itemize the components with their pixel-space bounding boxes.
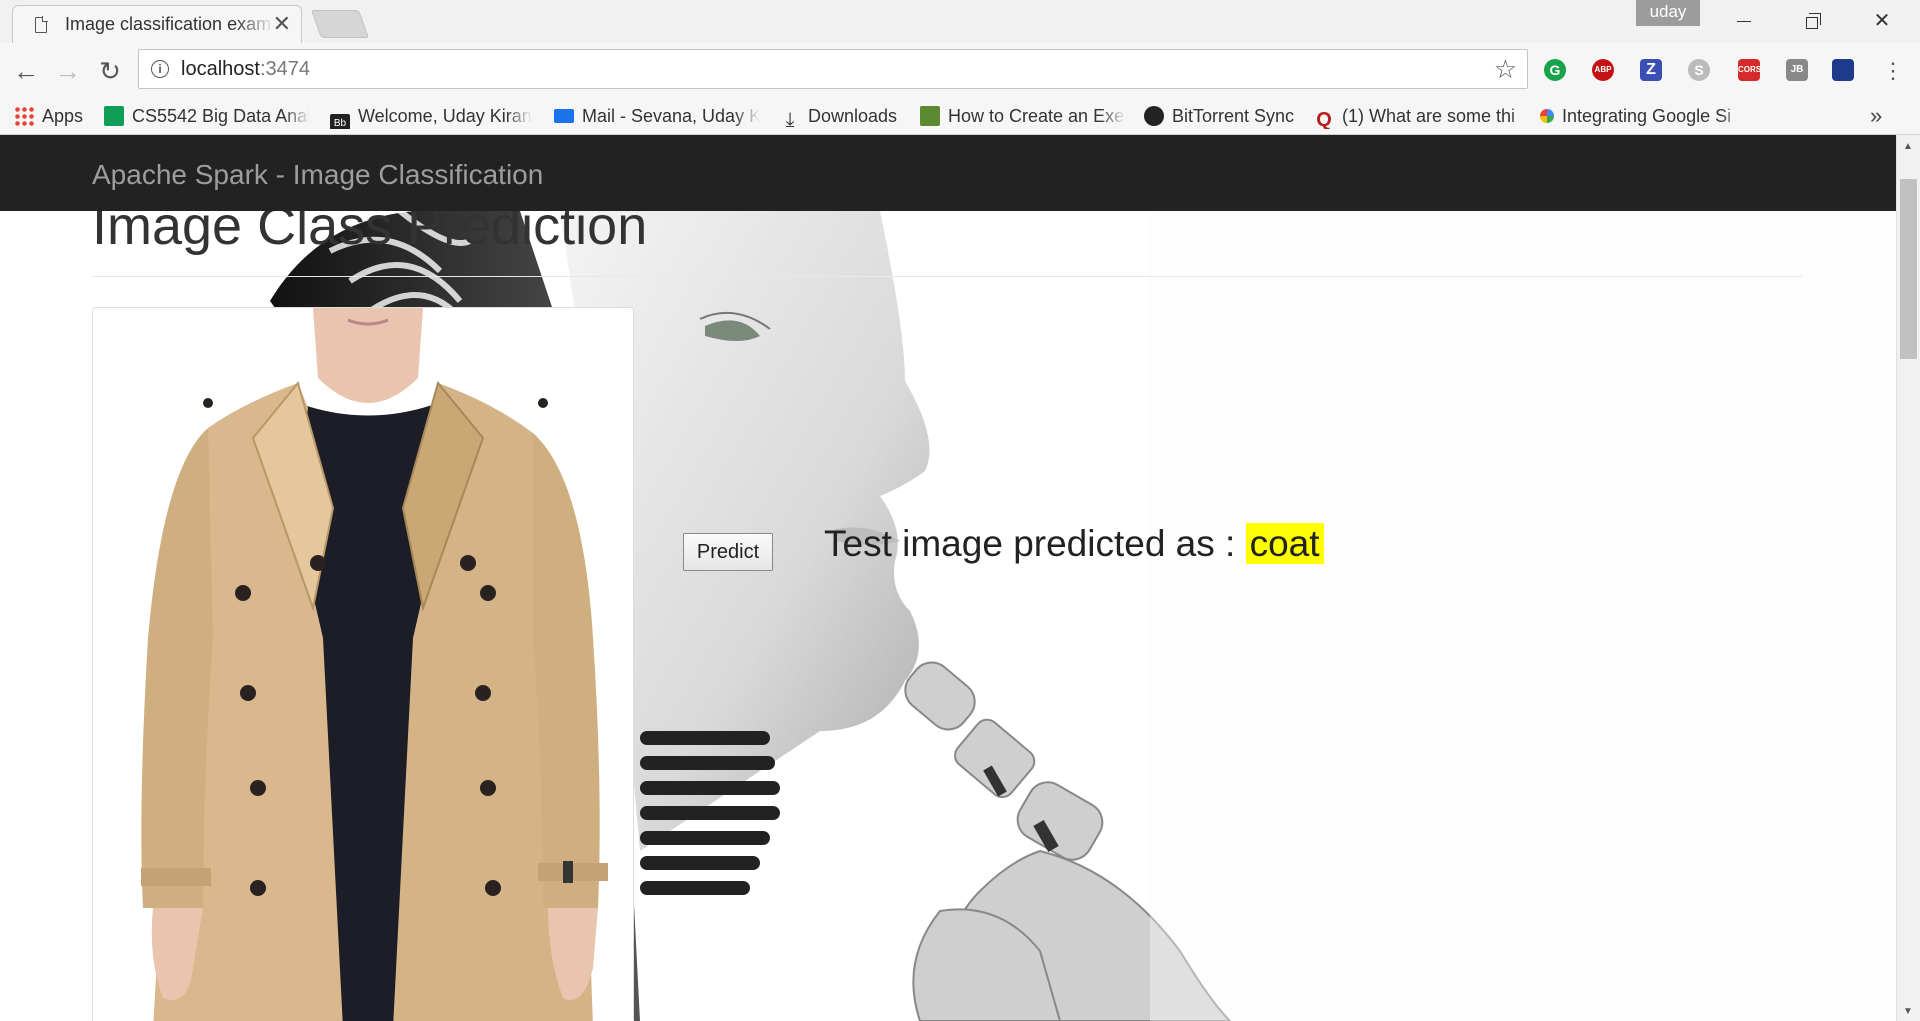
scroll-up-arrow-icon[interactable]: ▲ — [1903, 141, 1913, 152]
sheets-icon — [104, 106, 124, 126]
page-viewport: Apache Spark - Image Classification Imag… — [0, 135, 1896, 1021]
scroll-down-arrow-icon[interactable]: ▼ — [1903, 1006, 1913, 1017]
bookmark-label: CS5542 Big Data Anal — [132, 106, 310, 126]
close-window-button[interactable]: ✕ — [1862, 6, 1902, 36]
browser-toolbar: ← → ↻ i localhost:3474 ☆ G ABP Z S CORS … — [0, 43, 1920, 97]
download-icon: ⤓ — [785, 109, 795, 129]
grammarly-icon[interactable]: G — [1544, 59, 1566, 81]
bookmark-label: (1) What are some thi — [1342, 106, 1516, 126]
minimize-icon — [1737, 20, 1751, 23]
bookmark-label: Mail - Sevana, Uday K — [582, 106, 760, 126]
back-arrow-icon[interactable]: ← — [8, 53, 44, 89]
chrome-menu-icon[interactable]: ⋮ — [1882, 53, 1904, 89]
prediction-result: Test image predicted as : coat — [824, 523, 1324, 565]
bookmark-quora[interactable]: Q (1) What are some thi — [1314, 103, 1536, 129]
zotero-icon[interactable]: Z — [1640, 59, 1662, 81]
url-host: localhost — [181, 58, 260, 80]
bookmark-label: Integrating Google Si — [1562, 106, 1732, 126]
bookmark-apps[interactable]: Apps — [14, 103, 94, 129]
bookmark-downloads[interactable]: ⤓ Downloads — [780, 103, 904, 129]
bookmark-blackboard[interactable]: Bb Welcome, Uday Kiran — [330, 103, 532, 129]
blackboard-icon: Bb — [330, 114, 350, 129]
navbar-brand[interactable]: Apache Spark - Image Classification — [92, 159, 543, 191]
bookmark-label: How to Create an Exe — [948, 106, 1125, 126]
bookmark-star-icon[interactable]: ☆ — [1494, 54, 1517, 85]
adblock-plus-icon[interactable]: ABP — [1592, 59, 1614, 81]
predicted-class-label: coat — [1245, 523, 1324, 564]
jetbrains-icon[interactable]: JB — [1786, 59, 1808, 81]
result-prefix: Test image predicted as : — [824, 523, 1246, 564]
skype-icon[interactable]: S — [1688, 59, 1710, 81]
restore-button[interactable] — [1792, 6, 1832, 36]
tab-title: Image classification exam — [65, 14, 275, 35]
flag-extension-icon[interactable] — [1832, 59, 1854, 81]
title-divider — [92, 276, 1802, 277]
bookmarks-bar: Apps CS5542 Big Data Anal Bb Welcome, Uda… — [0, 97, 1920, 135]
bookmarks-overflow-icon[interactable]: » — [1870, 103, 1882, 129]
browser-tab-active[interactable]: Image classification exam ✕ — [12, 5, 302, 43]
forward-arrow-icon[interactable]: → — [50, 53, 86, 89]
scroll-thumb[interactable] — [1900, 179, 1917, 359]
address-bar[interactable]: i localhost:3474 ☆ — [138, 49, 1528, 89]
bookmark-mail[interactable]: Mail - Sevana, Uday K — [554, 103, 760, 129]
site-info-icon[interactable]: i — [151, 60, 169, 78]
bookmark-cs5542[interactable]: CS5542 Big Data Anal — [104, 103, 310, 129]
bookmark-label: Downloads — [808, 106, 898, 126]
page-scrollbar[interactable]: ▲ ▼ — [1896, 135, 1920, 1021]
reload-icon[interactable]: ↻ — [92, 53, 128, 89]
top-navbar: Apache Spark - Image Classification — [0, 135, 1896, 211]
bookmark-label: Welcome, Uday Kiran — [358, 106, 532, 126]
bookmark-label: Apps — [42, 106, 84, 126]
wikihow-icon — [920, 106, 940, 126]
uploaded-image-panel — [92, 307, 634, 1021]
restore-icon — [1806, 13, 1821, 29]
profile-button[interactable]: uday — [1636, 0, 1700, 26]
predict-button[interactable]: Predict — [683, 533, 773, 571]
bittorrent-icon — [1144, 106, 1164, 126]
quora-icon: Q — [1316, 109, 1332, 129]
url-port: :3474 — [259, 58, 310, 80]
browser-titlebar: Image classification exam ✕ uday ✕ — [0, 0, 1920, 43]
google-icon — [1540, 109, 1554, 123]
apps-grid-icon — [14, 106, 34, 126]
bookmark-bittorrent-sync[interactable]: BitTorrent Sync — [1144, 103, 1294, 129]
bookmark-how-to-create[interactable]: How to Create an Exe — [920, 103, 1126, 129]
bookmark-label: BitTorrent Sync — [1172, 106, 1294, 126]
cors-icon[interactable]: CORS — [1738, 59, 1761, 81]
tab-close-icon[interactable]: ✕ — [273, 12, 291, 36]
minimize-button[interactable] — [1724, 6, 1764, 36]
test-image-coat — [93, 308, 633, 1021]
mail-envelope-icon — [554, 109, 574, 123]
page-document-icon — [35, 16, 48, 33]
address-url[interactable]: localhost:3474 — [181, 58, 310, 81]
bookmark-integrating-google[interactable]: Integrating Google Si — [1540, 103, 1746, 129]
new-tab-button[interactable] — [310, 10, 370, 38]
